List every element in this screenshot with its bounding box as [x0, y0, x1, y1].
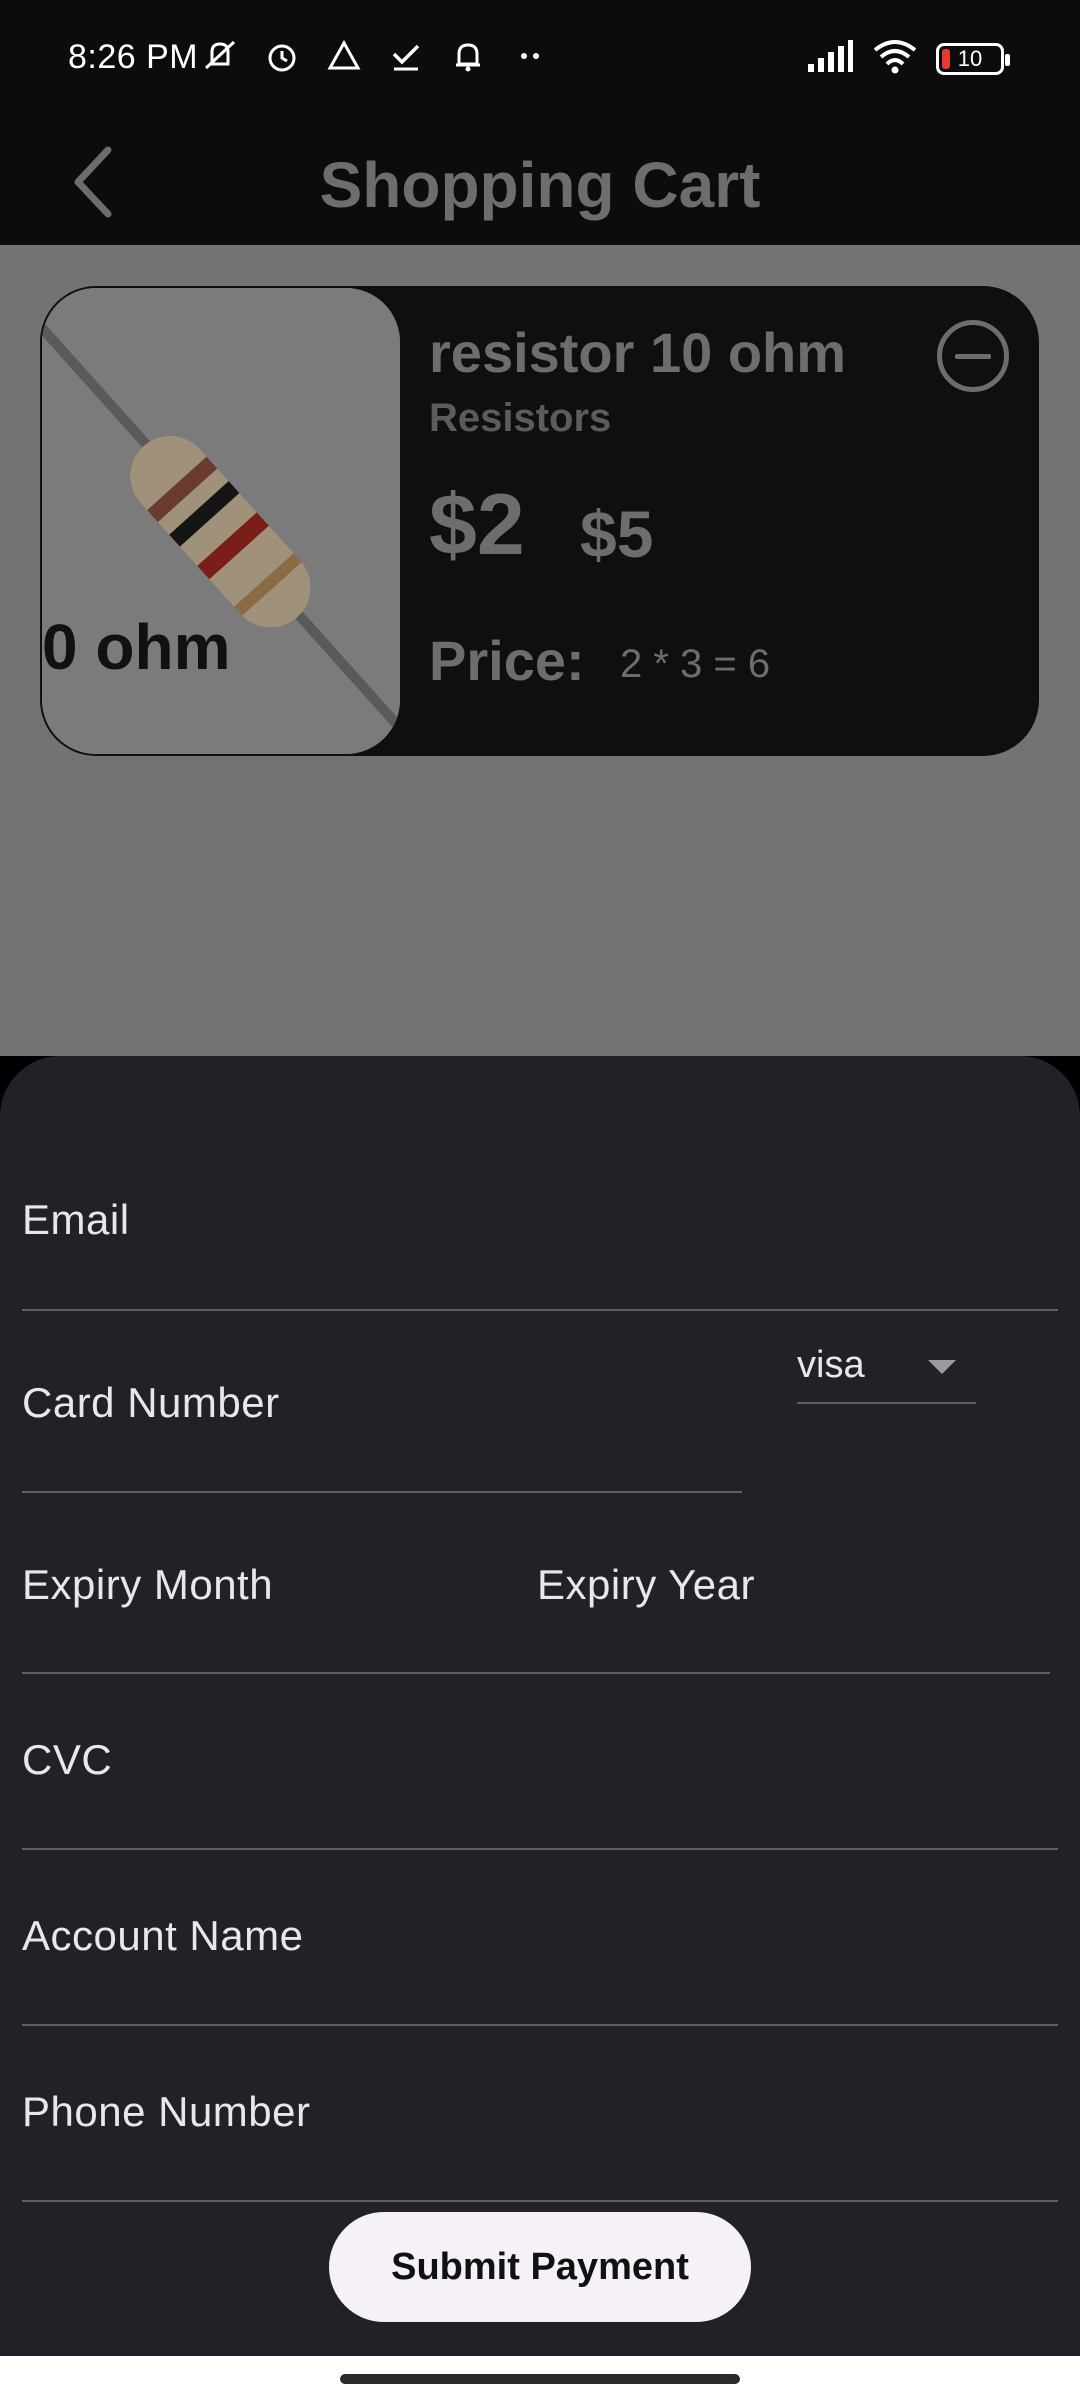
- current-price: $2: [429, 477, 525, 573]
- expiry-row: Expiry Month Expiry Year: [22, 1493, 1050, 1674]
- product-category: Resistors: [429, 396, 612, 440]
- cvc-field[interactable]: CVC: [22, 1674, 1058, 1850]
- card-number-input[interactable]: [22, 1311, 742, 1491]
- minus-circle-icon[interactable]: [937, 320, 1009, 392]
- account-name-field[interactable]: Account Name: [22, 1850, 1058, 2026]
- email-field[interactable]: Email: [22, 1136, 1058, 1311]
- cvc-input[interactable]: [22, 1674, 1058, 1848]
- navigation-bar: [0, 2356, 1080, 2400]
- drive-icon: [324, 36, 364, 76]
- payment-sheet: Email Card Number visa Expiry Month Expi…: [0, 1056, 1080, 2356]
- page-title: Shopping Cart: [319, 149, 761, 221]
- battery-level: 10: [957, 45, 983, 71]
- card-type-dropdown[interactable]: visa: [797, 1324, 976, 1404]
- notification-icons: [200, 36, 550, 76]
- expiry-month-label[interactable]: Expiry Month: [22, 1561, 273, 1609]
- app-bar: Shopping Cart: [0, 118, 1080, 245]
- system-icons: 10: [806, 38, 1010, 79]
- card-type-value: visa: [797, 1344, 865, 1386]
- signal-icon: [806, 38, 854, 79]
- submit-payment-button[interactable]: Submit Payment: [329, 2212, 751, 2322]
- card-number-field[interactable]: Card Number: [22, 1311, 742, 1493]
- status-bar: 8:26 PM 10: [0, 0, 1080, 118]
- bell-icon: [448, 36, 488, 76]
- price-calculation: 2 * 3 = 6: [620, 642, 771, 686]
- mute-vibrate-icon: [200, 36, 240, 76]
- wifi-icon: [872, 38, 918, 79]
- battery-icon: 10: [936, 42, 1010, 75]
- home-gesture-handle[interactable]: [340, 2374, 740, 2384]
- more-dots-icon: [510, 36, 550, 76]
- account-name-input[interactable]: [22, 1850, 1058, 2024]
- task-check-icon: [386, 36, 426, 76]
- product-image-text: 0 ohm: [42, 611, 231, 683]
- product-name: resistor 10 ohm: [429, 321, 847, 384]
- email-input[interactable]: [22, 1136, 1058, 1309]
- status-time: 8:26 PM: [68, 38, 199, 76]
- price-label: Price:: [429, 629, 585, 692]
- resistor-image: [42, 288, 400, 754]
- alarm-icon: [262, 36, 302, 76]
- phone-number-field[interactable]: Phone Number: [22, 2026, 1058, 2202]
- cart-item-card[interactable]: 0 ohm resistor 10 ohm Resistors $2 $5 Pr…: [40, 286, 1039, 756]
- cart-content: 0 ohm resistor 10 ohm Resistors $2 $5 Pr…: [0, 245, 1080, 1056]
- phone-number-input[interactable]: [22, 2026, 1058, 2200]
- expiry-year-label[interactable]: Expiry Year: [537, 1561, 755, 1609]
- dropdown-arrow-icon: [928, 1360, 956, 1374]
- product-image: 0 ohm: [42, 288, 400, 754]
- original-price: $5: [580, 497, 654, 571]
